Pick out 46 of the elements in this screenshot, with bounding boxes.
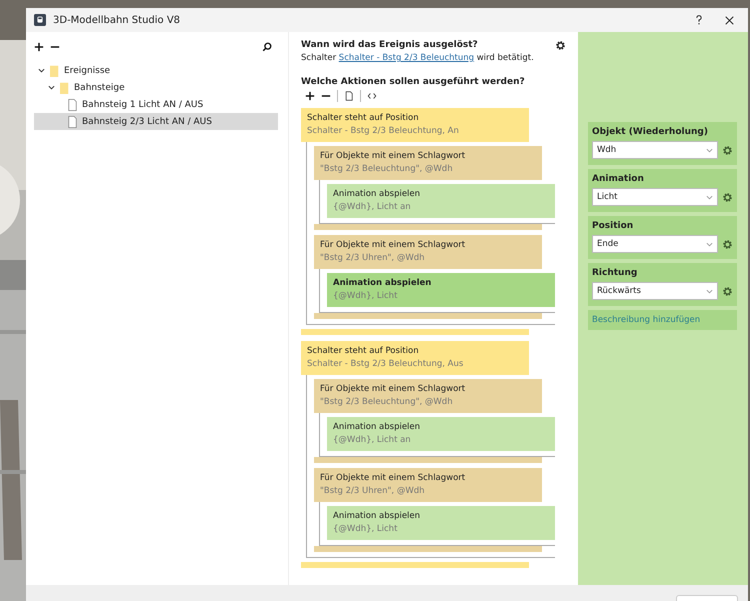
window-title: 3D-Modellbahn Studio V8 — [53, 14, 180, 26]
document-icon — [68, 98, 77, 110]
property-label: Position — [592, 221, 634, 231]
action-block[interactable]: Animation abspielen {@Wdh}, Licht — [327, 506, 555, 540]
loop-block[interactable]: Für Objekte mit einem Schlagwort "Bstg 2/3 Beleuchtung", @Wdh — [314, 146, 542, 180]
trigger-text: Schalter — [301, 53, 336, 63]
dropdown[interactable]: Wdh — [592, 141, 718, 159]
document-icon — [68, 116, 77, 128]
actions-heading: Welche Aktionen sollen ausgeführt werden? — [301, 77, 526, 87]
search-icon[interactable] — [262, 42, 272, 52]
settings-icon[interactable] — [555, 40, 566, 51]
condition-block[interactable]: Schalter steht auf Position Schalter - Bstg 2/3 Beleuchtung, An — [301, 108, 529, 142]
trigger-text: wird betätigt. — [476, 53, 534, 63]
action-block[interactable]: Animation abspielen {@Wdh}, Licht — [327, 273, 555, 307]
action-block[interactable]: Animation abspielen {@Wdh}, Licht an — [327, 417, 555, 451]
dropdown[interactable]: Rückwärts — [592, 282, 718, 300]
add-icon[interactable] — [305, 91, 315, 101]
close-icon[interactable] — [725, 16, 734, 24]
add-icon[interactable] — [34, 42, 44, 52]
property-label: Richtung — [592, 268, 638, 278]
chevron-icon[interactable] — [48, 84, 55, 91]
condition-block[interactable]: Schalter steht auf Position Schalter - Bstg 2/3 Beleuchtung, Aus — [301, 341, 529, 375]
action-block[interactable]: Animation abspielen {@Wdh}, Licht an — [327, 184, 555, 218]
caret-icon — [706, 242, 713, 246]
loop-block[interactable]: Für Objekte mit einem Schlagwort "Bstg 2/3 Uhren", @Wdh — [314, 468, 542, 502]
folder-icon — [60, 82, 69, 94]
loop-block[interactable]: Für Objekte mit einem Schlagwort "Bstg 2/3 Beleuchtung", @Wdh — [314, 379, 542, 413]
tree-item[interactable]: Bahnsteig 1 Licht AN / AUS — [34, 96, 278, 113]
caret-icon — [706, 288, 713, 294]
caret-icon — [706, 194, 713, 200]
tree-item[interactable]: Bahnsteige — [34, 79, 278, 96]
tree-item[interactable]: Ereignisse — [34, 62, 278, 79]
loop-block[interactable]: Für Objekte mit einem Schlagwort "Bstg 2/3 Uhren", @Wdh — [314, 235, 542, 269]
dropdown[interactable]: Licht — [592, 188, 718, 206]
property-label: Animation — [592, 174, 645, 184]
dropdown[interactable]: Ende — [592, 235, 718, 253]
code-icon[interactable] — [367, 91, 377, 101]
copy-icon[interactable] — [344, 91, 354, 101]
property-label: Objekt (Wiederholung) — [592, 127, 709, 137]
switch-link[interactable]: Schalter - Bstg 2/3 Beleuchtung — [338, 53, 474, 63]
caret-icon — [706, 148, 713, 152]
folder-icon — [50, 64, 59, 76]
chevron-icon[interactable] — [38, 67, 45, 74]
trigger-question: Wann wird das Ereignis ausgelöst? — [301, 40, 479, 50]
help-icon[interactable] — [695, 15, 703, 25]
tree-item[interactable]: Bahnsteig 2/3 Licht AN / AUS — [34, 113, 278, 130]
